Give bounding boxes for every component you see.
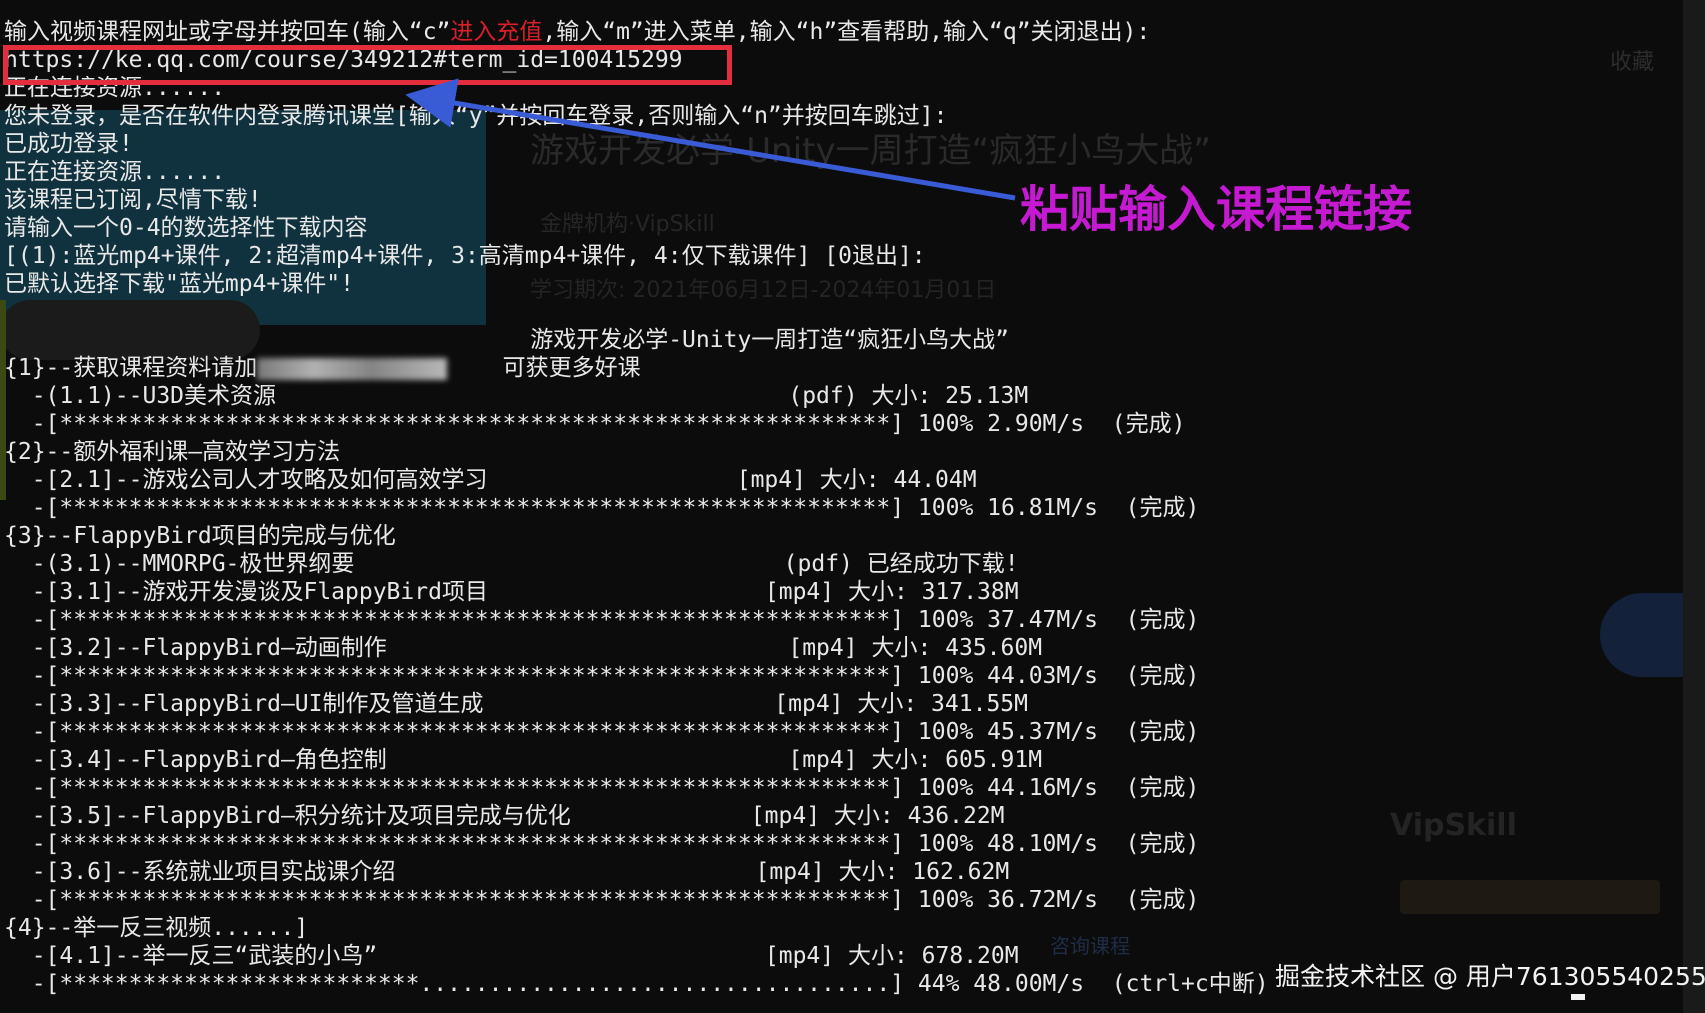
subscribed-line: 该课程已订阅,尽情下载! — [4, 187, 262, 213]
progress-bar-row: -[**************************************… — [4, 775, 1200, 801]
paste-course-link-annotation: 粘贴输入课程链接 — [1020, 181, 1413, 238]
select-prompt-line: 请输入一个0-4的数选择性下载内容 — [4, 215, 368, 241]
section-row: {2}--额外福利课—高效学习方法 — [4, 439, 341, 465]
download-item-row: -[2.1]--游戏公司人才攻略及如何高效学习 [mp4] 大小: 44.04M — [4, 467, 977, 493]
login-success-line: 已成功登录! — [4, 131, 133, 157]
section-row: {3}--FlappyBird项目的完成与优化 — [4, 523, 396, 549]
prompt-tail-text: ,输入“m”进入菜单,输入“h”查看帮助,输入“q”关闭退出): — [542, 19, 1151, 45]
prompt-text: 输入视频课程网址或字母并按回车(输入“c” — [4, 19, 451, 45]
section-row: {1}--获取课程资料请加 可获更多好课 — [4, 354, 1704, 382]
scrollbar[interactable] — [1683, 0, 1705, 1013]
course-title: 游戏开发必学-Unity一周打造“疯狂小鸟大战” — [530, 327, 1009, 353]
progress-bar-row: -[**************************************… — [4, 719, 1200, 745]
download-item-row: -[3.4]--FlappyBird—角色控制 [mp4] 大小: 605.91… — [4, 747, 1043, 773]
progress-bar-row: -[**************************************… — [4, 887, 1200, 913]
progress-bar-row: -[**************************************… — [4, 495, 1200, 521]
blurred-text — [257, 357, 448, 380]
progress-bar-row: -[**************************************… — [4, 831, 1200, 857]
download-list: -(1.1)--U3D美术资源 (pdf) 大小: 25.13M -[*****… — [4, 382, 1704, 998]
connecting-line: 正在连接资源...... — [4, 159, 226, 185]
progress-bar-row: -[**************************************… — [4, 607, 1200, 633]
progress-bar-row: -[**************************************… — [4, 411, 1186, 437]
terminal-output[interactable]: 输入视频课程网址或字母并按回车(输入“c”进入充值,输入“m”进入菜单,输入“h… — [4, 18, 1704, 998]
connecting-line: 正在连接资源...... — [4, 75, 226, 101]
login-question-line: 您未登录，是否在软件内登录腾讯课堂[输入“y”并按回车登录,否则输入“n”并按回… — [4, 103, 948, 129]
download-item-row: -[3.1]--游戏开发漫谈及FlappyBird项目 [mp4] 大小: 31… — [4, 579, 1019, 605]
url-input-line[interactable]: https://ke.qq.com/course/349212#term_id=… — [4, 46, 1704, 74]
course-subtitle: 可获更多好课 — [502, 355, 641, 381]
progress-bar-row: -[**************************************… — [4, 663, 1200, 689]
download-item-row: -(3.1)--MMORPG-极世界纲要 (pdf) 已经成功下载! — [4, 551, 1019, 577]
download-item-row: -(1.1)--U3D美术资源 (pdf) 大小: 25.13M — [4, 383, 1029, 409]
section-row: {4}--举一反三视频......] — [4, 915, 309, 941]
options-line: [(1):蓝光mp4+课件, 2:超清mp4+课件, 3:高清mp4+课件, 4… — [4, 243, 926, 269]
prompt-line: 输入视频课程网址或字母并按回车(输入“c”进入充值,输入“m”进入菜单,输入“h… — [4, 18, 1704, 46]
terminal-cursor — [1571, 994, 1585, 1000]
download-item-row: -[3.6]--系统就业项目实战课介绍 [mp4] 大小: 162.62M — [4, 859, 1010, 885]
terminal-window[interactable]: 游戏开发必学-Unity一周打造“疯狂小鸟大战” 金牌机构·VipSkill 学… — [0, 0, 1705, 1013]
course-title-line: 游戏开发必学-Unity一周打造“疯狂小鸟大战” — [4, 326, 1704, 354]
download-item-row: -[3.5]--FlappyBird—积分统计及项目完成与优化 [mp4] 大小… — [4, 803, 1005, 829]
section-title: {1}--获取课程资料请加 — [4, 355, 258, 381]
download-item-row: -[3.2]--FlappyBird—动画制作 [mp4] 大小: 435.60… — [4, 635, 1043, 661]
prompt-recharge-text: 进入充值 — [450, 19, 543, 45]
download-item-row: -[3.3]--FlappyBird—UI制作及管道生成 [mp4] 大小: 3… — [4, 691, 1028, 717]
watermark: 掘金技术社区 @ 用户761305540255 — [1275, 962, 1705, 991]
default-choice-line: 已默认选择下载"蓝光mp4+课件"! — [4, 271, 354, 297]
